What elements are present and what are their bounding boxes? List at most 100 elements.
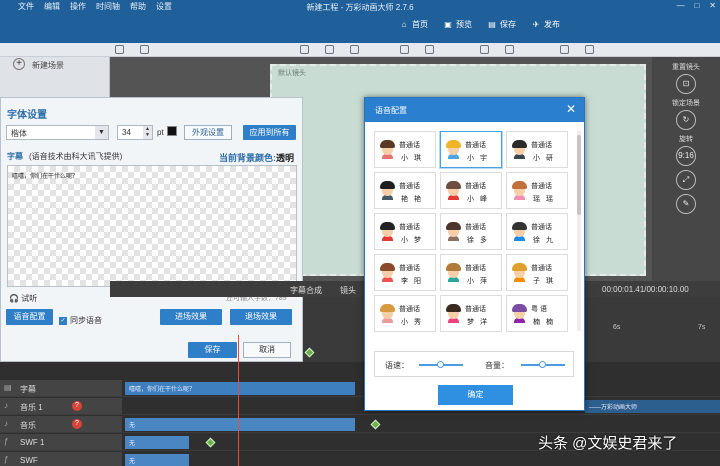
caption-compose-tab[interactable]: 字幕合成 [290, 285, 322, 296]
layer-icon[interactable] [325, 45, 334, 54]
caption-label: 字幕 [7, 152, 23, 161]
voice-name: 小 峰 [467, 196, 489, 203]
undo-icon[interactable] [560, 45, 569, 54]
group-icon[interactable] [350, 45, 359, 54]
exit-effect-button[interactable]: 退场效果 [230, 309, 292, 325]
ruler-icon[interactable] [425, 45, 434, 54]
appearance-settings-button[interactable]: 外观设置 [184, 125, 232, 140]
voice-card[interactable]: 普通话小 宇 [440, 131, 502, 168]
redo-icon[interactable] [585, 45, 594, 54]
track-row[interactable]: ♪ 音乐? 无 [0, 416, 720, 433]
minimize-icon[interactable]: — [676, 1, 684, 10]
chevron-down-icon: ▼ [95, 126, 108, 139]
font-family-select[interactable]: 楷体 ▼ [6, 125, 109, 140]
publish-button[interactable]: ✈ 发布 [530, 19, 560, 30]
avatar-icon [446, 140, 461, 159]
voice-card[interactable]: 普通话小 梦 [374, 213, 436, 250]
track-row[interactable]: ▤ 字幕 嘻嘻，你们在干什么呢？ [0, 380, 720, 397]
cancel-button[interactable]: 取消 [243, 342, 291, 358]
track-clip[interactable]: 无 [125, 418, 355, 431]
track-clip[interactable]: 无 [125, 436, 189, 449]
enter-effect-button[interactable]: 进场效果 [160, 309, 222, 325]
music-note-icon: ♪ [4, 401, 8, 410]
voice-card[interactable]: 普通话瑶 瑶 [506, 172, 568, 209]
save-button-top[interactable]: ▤ 保存 [486, 19, 516, 30]
window-controls: — □ ✕ [676, 1, 716, 10]
avatar-icon [446, 304, 461, 323]
voice-type: 普通话 [531, 142, 552, 149]
paste-icon[interactable] [505, 45, 514, 54]
grid-icon[interactable] [400, 45, 409, 54]
avatar-icon [380, 181, 395, 200]
volume-slider-knob[interactable] [539, 361, 546, 368]
voice-card[interactable]: 普通话小 秀 [374, 295, 436, 332]
pt-unit-label: pt [157, 128, 164, 137]
home-tool-icon[interactable] [115, 45, 124, 54]
add-scene-icon[interactable]: + [13, 58, 25, 70]
voice-card[interactable]: 普通话徐 九 [506, 213, 568, 250]
new-scene-button[interactable]: 新建场景 [32, 60, 64, 71]
voice-card[interactable]: 普通话李 阳 [374, 254, 436, 291]
font-color-swatch[interactable] [167, 126, 177, 136]
voice-type: 粤 语 [531, 306, 547, 313]
track-row[interactable]: ♪ 音乐 1? ——万彩动画大师 [0, 398, 720, 415]
edit-icon[interactable]: ✎ [676, 194, 696, 214]
copy-icon[interactable] [480, 45, 489, 54]
voice-card[interactable]: 普通话小 琪 [374, 131, 436, 168]
sync-voice-checkbox[interactable]: ✓ 同步语音 [59, 315, 102, 326]
voice-card[interactable]: 普通话徐 多 [440, 213, 502, 250]
voice-dialog-title: 语音配置 [365, 98, 584, 122]
ok-button[interactable]: 确定 [438, 385, 513, 405]
fullscreen-icon[interactable]: ⤢ [676, 170, 696, 190]
scroll-thumb[interactable] [577, 135, 581, 215]
voice-grid-scrollbar[interactable] [577, 131, 581, 331]
voice-name: 徐 九 [533, 237, 555, 244]
track-row[interactable]: ƒ SWF 无 [0, 452, 720, 466]
listen-button[interactable]: 🎧 试听 [9, 293, 37, 304]
voice-type: 普通话 [399, 265, 420, 272]
speed-slider[interactable] [419, 361, 463, 368]
close-icon[interactable]: ✕ [709, 1, 716, 10]
voice-card[interactable]: 普通话小 萍 [440, 254, 502, 291]
window-title: 新建工程 - 万彩动画大师 2.7.6 [306, 3, 414, 12]
warning-icon[interactable]: ? [72, 419, 82, 429]
aspect-ratio-button[interactable]: 9:16 [676, 146, 696, 166]
camera-tab[interactable]: 镜头 [340, 285, 356, 296]
playhead[interactable] [238, 335, 239, 466]
zoom-out-icon[interactable] [140, 45, 149, 54]
align-icon[interactable] [300, 45, 309, 54]
caption-text-area[interactable]: 嘻嘻，你们在干什么呢？ [7, 165, 297, 287]
rotate-icon[interactable]: ↻ [676, 110, 696, 130]
voice-type: 普通话 [399, 142, 420, 149]
voice-card[interactable]: 普通话小 峰 [440, 172, 502, 209]
preview-icon: ▣ [444, 20, 452, 29]
lock-icon[interactable]: ⊡ [676, 74, 696, 94]
voice-card[interactable]: 普通话梦 洋 [440, 295, 502, 332]
lock-scene-label: 锁定场景 [672, 100, 700, 107]
home-button[interactable]: ⌂ 首页 [398, 19, 428, 30]
close-icon[interactable]: ✕ [566, 102, 576, 116]
track-clip[interactable]: 嘻嘻，你们在干什么呢？ [125, 382, 355, 395]
voice-card[interactable]: 普通话艳 艳 [374, 172, 436, 209]
voice-card[interactable]: 普通话子 琪 [506, 254, 568, 291]
preview-button[interactable]: ▣ 预览 [442, 19, 472, 30]
maximize-icon[interactable]: □ [694, 1, 699, 10]
ruler-tick: 6s [613, 324, 621, 331]
speed-slider-knob[interactable] [437, 361, 444, 368]
volume-slider[interactable] [521, 361, 565, 368]
caption-track-icon: ▤ [4, 383, 12, 392]
save-button[interactable]: 保存 [188, 342, 237, 358]
voice-card[interactable]: 普通话小 研 [506, 131, 568, 168]
apply-all-button[interactable]: 应用到所有 [243, 125, 296, 140]
keyframe-marker[interactable] [304, 347, 315, 358]
warning-icon[interactable]: ? [72, 401, 82, 411]
track-clip[interactable]: 无 [125, 454, 189, 466]
track-name: ♪ 音乐 1? [0, 398, 122, 414]
track-clip[interactable]: ——万彩动画大师 [585, 400, 720, 413]
voice-config-dialog: 语音配置 ✕ 普通话小 琪普通话小 宇普通话小 研普通话艳 艳普通话小 峰普通话… [364, 97, 585, 411]
voice-card[interactable]: 粤 语楠 楠 [506, 295, 568, 332]
voice-config-button[interactable]: 语音配置 [6, 309, 53, 325]
speed-label: 语速： [385, 361, 409, 370]
font-size-stepper[interactable]: 34 ▲ ▼ [117, 125, 153, 140]
stepper-arrows-icon[interactable]: ▲ ▼ [143, 126, 152, 139]
